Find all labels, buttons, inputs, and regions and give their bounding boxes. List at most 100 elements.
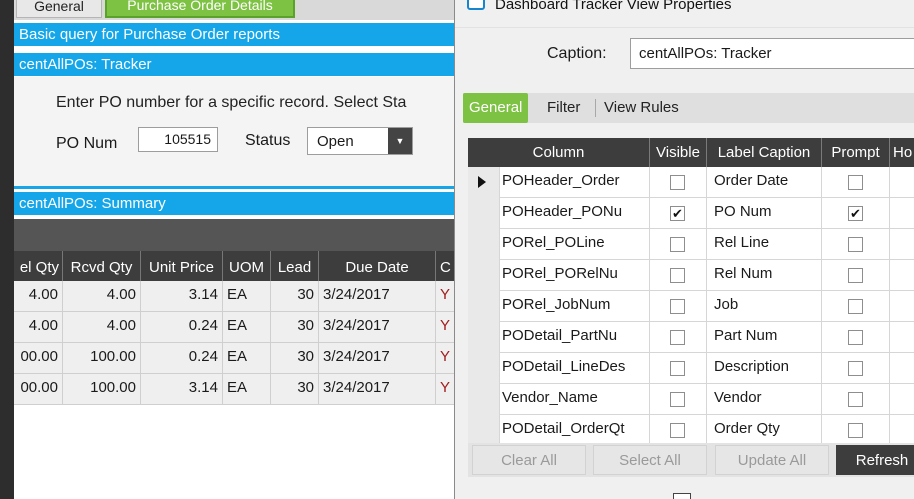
dialog-button-bar: Clear All Select All Update All Refresh	[468, 443, 914, 477]
column-name-cell[interactable]: POHeader_Order	[500, 167, 650, 198]
cell: 4.00	[63, 281, 141, 311]
header-cell[interactable]: el Qty	[14, 251, 63, 281]
header-label-caption[interactable]: Label Caption	[707, 138, 822, 167]
grid-header-row: el Qty Rcvd Qty Unit Price UOM Lead Due …	[14, 251, 454, 281]
column-name-cell[interactable]: PORel_JobNum	[500, 291, 650, 322]
tab-general[interactable]: General	[463, 93, 529, 123]
table-row[interactable]: PORel_POLine Rel Line	[468, 229, 914, 260]
header-hidden[interactable]: Ho	[890, 138, 914, 167]
label-caption-cell[interactable]: Order Date	[707, 167, 822, 198]
label-caption-cell[interactable]: Rel Num	[707, 260, 822, 291]
column-name-cell[interactable]: PODetail_LineDes	[500, 353, 650, 384]
table-row[interactable]: 00.00 100.00 0.24 EA 30 3/24/2017 Y	[14, 343, 454, 374]
table-row[interactable]: POHeader_PONu ✔ PO Num ✔	[468, 198, 914, 229]
row-selector[interactable]	[468, 260, 500, 291]
caption-label: Caption:	[547, 45, 607, 62]
header-cell[interactable]: Lead	[271, 251, 319, 281]
table-row[interactable]: POHeader_Order Order Date	[468, 167, 914, 198]
cell: 00.00	[14, 374, 63, 404]
column-name-cell[interactable]: PODetail_PartNu	[500, 322, 650, 353]
prompt-checkbox[interactable]	[848, 237, 863, 252]
prompt-checkbox[interactable]	[848, 299, 863, 314]
prompt-checkbox[interactable]	[848, 175, 863, 190]
header-cell[interactable]: Rcvd Qty	[63, 251, 141, 281]
visible-checkbox[interactable]	[670, 361, 685, 376]
header-visible[interactable]: Visible	[650, 138, 707, 167]
table-row[interactable]: 4.00 4.00 3.14 EA 30 3/24/2017 Y	[14, 281, 454, 312]
row-selector[interactable]	[468, 353, 500, 384]
label-caption-cell[interactable]: PO Num	[707, 198, 822, 229]
header-cell[interactable]: Unit Price	[141, 251, 223, 281]
prompt-checkbox[interactable]: ✔	[848, 206, 863, 221]
prompt-checkbox[interactable]	[848, 361, 863, 376]
visible-cell	[650, 291, 707, 322]
visible-cell	[650, 229, 707, 260]
tab-filter[interactable]: Filter	[541, 93, 586, 123]
checkbox[interactable]	[673, 493, 691, 499]
label-caption-cell[interactable]: Rel Line	[707, 229, 822, 260]
table-row[interactable]: 4.00 4.00 0.24 EA 30 3/24/2017 Y	[14, 312, 454, 343]
prompt-cell	[822, 167, 890, 198]
table-row[interactable]: PORel_JobNum Job	[468, 291, 914, 322]
row-selector[interactable]	[468, 291, 500, 322]
column-name-cell[interactable]: PORel_PORelNu	[500, 260, 650, 291]
header-prompt[interactable]: Prompt	[822, 138, 890, 167]
row-selector[interactable]	[468, 384, 500, 415]
visible-checkbox[interactable]: ✔	[670, 206, 685, 221]
label-caption-cell[interactable]: Job	[707, 291, 822, 322]
visible-checkbox[interactable]	[670, 299, 685, 314]
left-edge-strip	[0, 0, 14, 499]
visible-checkbox[interactable]	[670, 330, 685, 345]
caption-input[interactable]: centAllPOs: Tracker	[630, 38, 914, 69]
visible-checkbox[interactable]	[670, 268, 685, 283]
header-cell[interactable]: Due Date	[319, 251, 436, 281]
table-row[interactable]: PORel_PORelNu Rel Num	[468, 260, 914, 291]
header-column[interactable]: Column	[468, 138, 650, 167]
prompt-checkbox[interactable]	[848, 423, 863, 438]
prompt-cell	[822, 322, 890, 353]
select-all-button[interactable]: Select All	[593, 445, 707, 475]
po-num-input[interactable]: 105515	[138, 127, 218, 152]
prompt-cell	[822, 229, 890, 260]
table-row[interactable]: PODetail_LineDes Description	[468, 353, 914, 384]
header-cell[interactable]: C	[436, 251, 454, 281]
visible-checkbox[interactable]	[670, 392, 685, 407]
row-selector[interactable]	[468, 198, 500, 229]
prompt-checkbox[interactable]	[848, 268, 863, 283]
cell: 4.00	[14, 312, 63, 342]
row-selector[interactable]	[468, 322, 500, 353]
summary-toolbar	[14, 219, 454, 251]
visible-checkbox[interactable]	[670, 237, 685, 252]
header-cell[interactable]: UOM	[223, 251, 271, 281]
hidden-cell	[890, 260, 914, 291]
dashboard-window: General Purchase Order Details Basic que…	[14, 0, 454, 499]
dialog-title: Dashboard Tracker View Properties	[495, 0, 732, 13]
tab-view-rules[interactable]: View Rules	[598, 93, 685, 123]
status-dropdown[interactable]: Open ▼	[307, 127, 413, 155]
refresh-button[interactable]: Refresh	[836, 445, 914, 475]
tab-purchase-order-details[interactable]: Purchase Order Details	[105, 0, 295, 18]
chevron-down-icon[interactable]: ▼	[388, 128, 412, 154]
visible-checkbox[interactable]	[670, 175, 685, 190]
column-name-cell[interactable]: POHeader_PONu	[500, 198, 650, 229]
row-selector[interactable]	[468, 229, 500, 260]
row-selector[interactable]	[468, 415, 500, 446]
table-row[interactable]: PODetail_OrderQt Order Qty	[468, 415, 914, 446]
table-row[interactable]: Vendor_Name Vendor	[468, 384, 914, 415]
prompt-checkbox[interactable]	[848, 392, 863, 407]
column-name-cell[interactable]: Vendor_Name	[500, 384, 650, 415]
tab-general[interactable]: General	[16, 0, 102, 18]
table-row[interactable]: PODetail_PartNu Part Num	[468, 322, 914, 353]
update-all-button[interactable]: Update All	[715, 445, 829, 475]
row-selector[interactable]	[468, 167, 500, 198]
label-caption-cell[interactable]: Order Qty	[707, 415, 822, 446]
visible-checkbox[interactable]	[670, 423, 685, 438]
table-row[interactable]: 00.00 100.00 3.14 EA 30 3/24/2017 Y	[14, 374, 454, 405]
column-name-cell[interactable]: PORel_POLine	[500, 229, 650, 260]
label-caption-cell[interactable]: Vendor	[707, 384, 822, 415]
prompt-checkbox[interactable]	[848, 330, 863, 345]
label-caption-cell[interactable]: Part Num	[707, 322, 822, 353]
clear-all-button[interactable]: Clear All	[472, 445, 586, 475]
column-name-cell[interactable]: PODetail_OrderQt	[500, 415, 650, 446]
label-caption-cell[interactable]: Description	[707, 353, 822, 384]
